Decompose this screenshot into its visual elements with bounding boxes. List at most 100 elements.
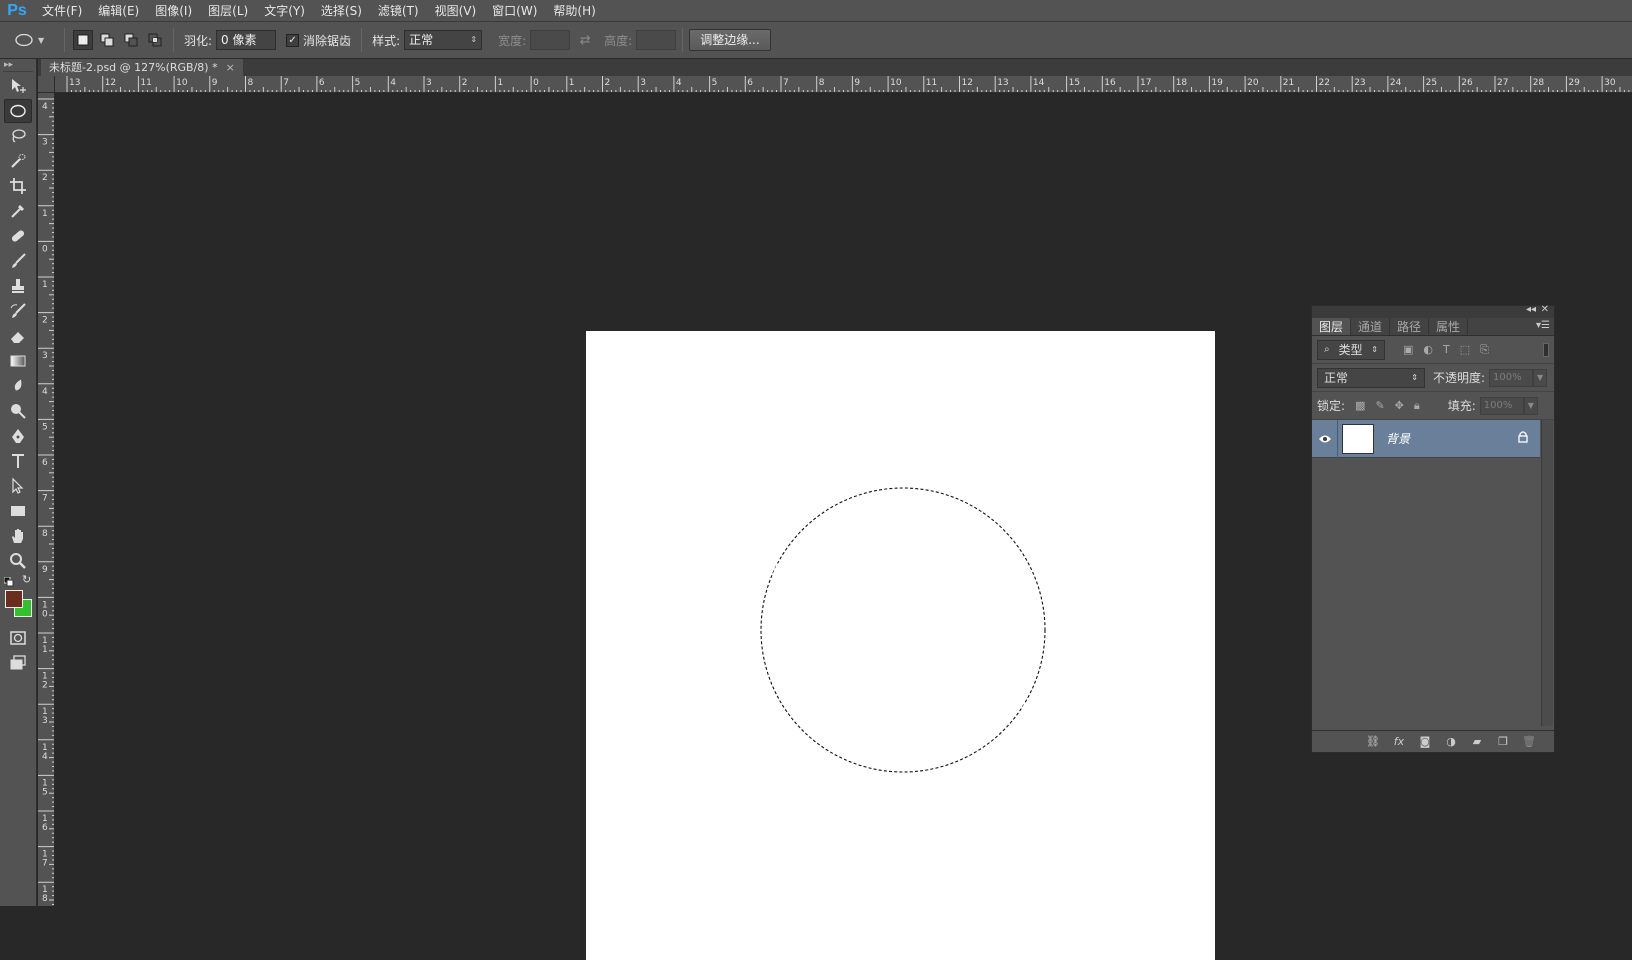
layer-item[interactable]: 背景 (1312, 419, 1540, 458)
elliptical-marquee-tool[interactable] (4, 99, 32, 123)
visibility-eye-icon[interactable] (1312, 419, 1338, 458)
close-panel-icon[interactable]: ✕ (1541, 304, 1549, 315)
horizontal-ruler[interactable]: 13 12 11 10 9 8 7 6 5 4 3 2 1 0 1 2 3 4 5 6 7 8 9 10 11 12 13 14 15 1… (55, 76, 1632, 93)
feather-label: 羽化: (184, 33, 213, 48)
pen-tool[interactable] (4, 424, 32, 448)
layer-thumbnail (1342, 423, 1374, 454)
add-selection-button[interactable] (97, 30, 117, 50)
link-layers-icon[interactable]: ⛓ (1366, 735, 1380, 748)
ruler-label: 13 (69, 78, 80, 88)
menu-file[interactable]: 文件(F) (34, 0, 90, 22)
lasso-tool[interactable] (4, 124, 32, 148)
close-icon[interactable]: × (226, 61, 235, 74)
ruler-origin[interactable] (38, 76, 55, 93)
zoom-tool[interactable] (4, 549, 32, 573)
document-tab-title: 未标题-2.psd @ 127%(RGB/8) * (49, 61, 218, 74)
arrow-cursor-icon (12, 477, 24, 494)
vertical-ruler[interactable]: 43210123456789101112131415161718 (38, 93, 55, 906)
quick-mask-button[interactable] (4, 626, 32, 650)
width-input[interactable] (530, 30, 571, 50)
layers-panel: ◂◂ ✕ 图层 通道 路径 属性 ▾☰ ⌕ 类型 ⇕ ▣ ◐ T ⬚ ⎘ 正常 … (1311, 304, 1555, 753)
new-layer-icon[interactable]: ❐ (1496, 735, 1510, 748)
ruler-label: 10 (890, 78, 902, 88)
menu-filter[interactable]: 滤镜(T) (370, 0, 427, 22)
foreground-color-swatch[interactable] (5, 590, 23, 608)
antialias-checkbox[interactable]: ✓ (286, 33, 300, 47)
brush-tool[interactable] (4, 249, 32, 273)
feather-input[interactable]: 0 像素 (216, 30, 277, 50)
eraser-tool[interactable] (4, 324, 32, 348)
ruler-label: 22 (1319, 78, 1330, 88)
layers-scrollbar[interactable] (1541, 420, 1553, 726)
ruler-label: 4 (42, 102, 48, 112)
ruler-label: 8 (42, 894, 48, 904)
separator (173, 28, 174, 52)
ruler-ticks: 43210123456789101112131415161718 (38, 98, 54, 905)
new-selection-button[interactable] (73, 30, 93, 50)
ruler-label: 18 (1176, 78, 1188, 88)
hand-icon (12, 529, 23, 543)
intersect-selection-button[interactable] (145, 30, 165, 50)
canvas[interactable] (586, 331, 1215, 960)
swap-colors-icon[interactable]: ↻ (22, 573, 31, 586)
ruler-label: 14 (1033, 78, 1045, 88)
adjustment-layer-icon[interactable]: ◑ (1444, 735, 1458, 748)
width-label: 宽度: (498, 33, 527, 48)
tool-preset-picker[interactable]: ▼ (14, 33, 58, 47)
default-colors-icon[interactable] (4, 577, 14, 587)
panel-collapse-icon[interactable]: ▸▸ (0, 59, 36, 71)
rectangle-tool[interactable] (4, 499, 32, 523)
ruler-label: 4 (390, 78, 396, 88)
menu-type[interactable]: 文字(Y) (256, 0, 313, 22)
fx-icon[interactable]: fx (1392, 735, 1406, 748)
clone-stamp-tool[interactable] (4, 274, 32, 298)
filter-toggle[interactable] (1543, 342, 1549, 357)
swap-icon[interactable]: ⇄ (578, 33, 592, 48)
history-brush-tool[interactable] (4, 299, 32, 323)
separator (361, 28, 363, 52)
ruler-label: 2 (42, 681, 48, 691)
type-tool[interactable] (4, 449, 32, 473)
subtract-selection-button[interactable] (121, 30, 141, 50)
hand-tool[interactable] (4, 524, 32, 548)
healing-brush-tool[interactable] (4, 224, 32, 248)
chevron-down-icon: ▼ (38, 35, 45, 45)
add-mask-icon[interactable]: ◙ (1418, 735, 1432, 748)
color-swatches (0, 589, 36, 625)
ruler-label: 27 (1497, 78, 1508, 88)
gradient-tool[interactable] (4, 349, 32, 373)
screen-mode-button[interactable] (4, 651, 32, 675)
ruler-label: 1 (42, 209, 48, 219)
layer-name[interactable]: 背景 (1386, 430, 1518, 447)
menu-select[interactable]: 选择(S) (313, 0, 370, 22)
style-select[interactable]: 正常 ⇕ (404, 30, 483, 50)
ruler-label: 6 (42, 458, 48, 468)
menu-window[interactable]: 窗口(W) (484, 0, 545, 22)
quick-selection-tool[interactable] (4, 149, 32, 173)
height-input[interactable] (636, 30, 677, 50)
menu-image[interactable]: 图像(I) (147, 0, 200, 22)
ruler-label: 30 (1604, 78, 1616, 88)
dodge-tool[interactable] (4, 399, 32, 423)
path-selection-tool[interactable] (4, 474, 32, 498)
antialias-label: 消除锯齿 (303, 33, 352, 48)
crop-tool[interactable] (4, 174, 32, 198)
color-swap-row: ↻ (0, 573, 36, 589)
delete-layer-icon[interactable]: 🗑︎ (1522, 735, 1536, 748)
ruler-label: 0 (533, 78, 539, 88)
ruler-label: 24 (1390, 78, 1402, 88)
new-group-icon[interactable]: ▰ (1470, 735, 1484, 748)
menu-view[interactable]: 视图(V) (427, 0, 485, 22)
ps-logo[interactable]: Ps (0, 0, 34, 22)
blur-tool[interactable] (4, 374, 32, 398)
ruler-label: 5 (42, 787, 48, 797)
document-tab[interactable]: 未标题-2.psd @ 127%(RGB/8) * × (41, 59, 243, 76)
brush-icon (12, 253, 26, 268)
menu-edit[interactable]: 编辑(E) (90, 0, 147, 22)
ruler-label: 7 (783, 78, 789, 88)
refine-edge-button[interactable]: 调整边缘... (689, 29, 771, 51)
move-tool[interactable] (4, 74, 32, 98)
menu-help[interactable]: 帮助(H) (545, 0, 603, 22)
eyedropper-tool[interactable] (4, 199, 32, 223)
menu-layer[interactable]: 图层(L) (200, 0, 256, 22)
